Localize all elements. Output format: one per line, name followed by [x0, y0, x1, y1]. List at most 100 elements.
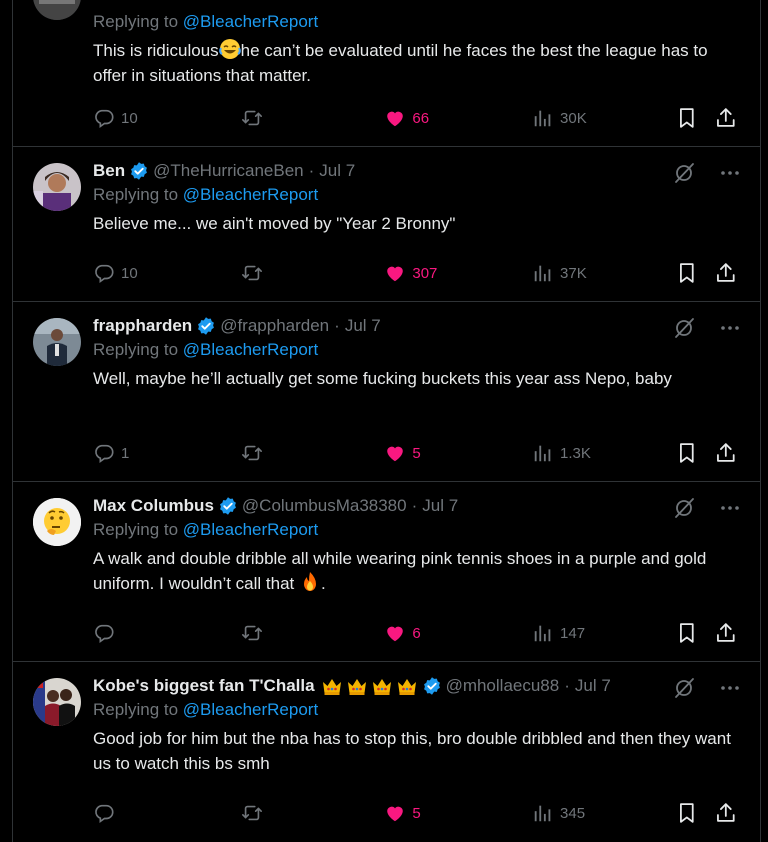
post-actions: 5 345: [93, 801, 738, 825]
replying-to-link[interactable]: @BleacherReport: [183, 185, 318, 204]
views-icon: [532, 622, 554, 644]
verified-badge-icon: [196, 316, 216, 336]
views-icon: [532, 262, 554, 284]
post-date[interactable]: Jul 7: [319, 161, 355, 181]
more-options-icon[interactable]: [718, 316, 742, 340]
reply-post[interactable]: frappharden @frappharden · Jul 7 Replyin…: [13, 302, 760, 482]
replying-to: Replying to @BleacherReport: [93, 518, 742, 542]
display-name[interactable]: Kobe's biggest fan T'Challa: [93, 676, 315, 696]
bookmark-icon[interactable]: [675, 106, 699, 130]
views-button[interactable]: 30K: [532, 107, 675, 129]
more-options-icon[interactable]: [718, 676, 742, 700]
more-options-icon[interactable]: [718, 161, 742, 185]
replying-to: Replying to @BleacherReport: [93, 338, 742, 362]
views-button[interactable]: 147: [532, 622, 675, 644]
separator-dot: ·: [564, 676, 570, 695]
post-header: Ben @TheHurricaneBen · Jul 7: [93, 159, 742, 183]
replying-to-link[interactable]: @BleacherReport: [183, 12, 318, 31]
crown-icon: [371, 676, 393, 696]
replying-to: Replying to @BleacherReport: [93, 10, 742, 34]
display-name[interactable]: frappharden: [93, 316, 192, 336]
share-icon[interactable]: [714, 801, 738, 825]
view-count: 30K: [560, 109, 587, 127]
post-date[interactable]: Jul 7: [422, 496, 458, 516]
handle[interactable]: @ColumbusMa38380: [242, 496, 407, 516]
replying-to-label: Replying to: [93, 700, 179, 719]
post-date[interactable]: Jul 7: [345, 316, 381, 336]
crown-icon: [396, 676, 418, 696]
views-button[interactable]: 345: [532, 802, 675, 824]
bookmark-icon[interactable]: [675, 801, 699, 825]
handle[interactable]: @frappharden: [220, 316, 329, 336]
reply-button[interactable]: [93, 802, 241, 824]
replying-to-link[interactable]: @BleacherReport: [183, 700, 318, 719]
like-button[interactable]: 5: [384, 802, 532, 824]
share-icon[interactable]: [714, 621, 738, 645]
crown-icon: [346, 676, 368, 696]
replying-to-label: Replying to: [93, 340, 179, 359]
heart-icon: [384, 802, 406, 824]
avatar[interactable]: [33, 498, 81, 546]
reply-count: 10: [121, 109, 138, 127]
grok-icon[interactable]: [672, 161, 696, 185]
heart-icon: [384, 442, 406, 464]
view-count: 345: [560, 804, 586, 822]
avatar[interactable]: [33, 163, 81, 211]
repost-button[interactable]: [241, 622, 385, 644]
reply-count: 10: [121, 264, 138, 282]
reply-post[interactable]: Ben @TheHurricaneBen · Jul 7 Replying to…: [13, 147, 760, 302]
replying-to: Replying to @BleacherReport: [93, 698, 742, 722]
display-name[interactable]: Max Columbus: [93, 496, 214, 516]
post-text: Well, maybe he’ll actually get some fuck…: [93, 369, 672, 388]
heart-icon: [384, 107, 406, 129]
share-icon[interactable]: [714, 261, 738, 285]
post-date[interactable]: Jul 7: [575, 676, 611, 696]
views-button[interactable]: 1.3K: [532, 442, 675, 464]
reply-post[interactable]: Max Columbus @ColumbusMa38380 · Jul 7 Re…: [13, 482, 760, 662]
like-button[interactable]: 66: [384, 107, 532, 129]
share-icon[interactable]: [714, 106, 738, 130]
reply-icon: [93, 262, 115, 284]
bookmark-icon[interactable]: [675, 441, 699, 465]
post-text: A walk and double dribble all while wear…: [93, 546, 742, 596]
fire-emoji-icon: [304, 572, 316, 591]
post-header: Kobe's biggest fan T'Challa @mhollaecu88…: [93, 674, 742, 698]
handle[interactable]: @mhollaecu88: [446, 676, 560, 696]
avatar[interactable]: [33, 678, 81, 726]
reply-button[interactable]: 1: [93, 442, 241, 464]
grok-icon[interactable]: [672, 496, 696, 520]
grok-icon[interactable]: [672, 676, 696, 700]
post-header: frappharden @frappharden · Jul 7: [93, 314, 742, 338]
post-actions: 10 307 37K: [93, 261, 738, 285]
like-count: 5: [412, 804, 421, 822]
repost-button[interactable]: [241, 262, 385, 284]
repost-button[interactable]: [241, 802, 385, 824]
repost-button[interactable]: [241, 107, 385, 129]
display-name[interactable]: Ben: [93, 161, 125, 181]
replying-to-link[interactable]: @BleacherReport: [183, 520, 318, 539]
reply-button[interactable]: 10: [93, 107, 241, 129]
share-icon[interactable]: [714, 441, 738, 465]
replying-to-link[interactable]: @BleacherReport: [183, 340, 318, 359]
replying-to: Replying to @BleacherReport: [93, 183, 742, 207]
handle[interactable]: @TheHurricaneBen: [153, 161, 304, 181]
heart-icon: [384, 622, 406, 644]
avatar[interactable]: [33, 0, 81, 20]
reply-button[interactable]: [93, 622, 241, 644]
reply-count: 1: [121, 444, 130, 462]
bookmark-icon[interactable]: [675, 261, 699, 285]
like-button[interactable]: 307: [384, 262, 532, 284]
more-options-icon[interactable]: [718, 496, 742, 520]
reply-post[interactable]: Replying to @BleacherReport This is ridi…: [13, 0, 760, 147]
like-button[interactable]: 6: [384, 622, 532, 644]
view-count: 37K: [560, 264, 587, 282]
reply-post[interactable]: Kobe's biggest fan T'Challa @mhollaecu88…: [13, 662, 760, 842]
repost-button[interactable]: [241, 442, 385, 464]
views-button[interactable]: 37K: [532, 262, 675, 284]
like-button[interactable]: 5: [384, 442, 532, 464]
crown-icon: [321, 676, 343, 696]
reply-button[interactable]: 10: [93, 262, 241, 284]
avatar[interactable]: [33, 318, 81, 366]
grok-icon[interactable]: [672, 316, 696, 340]
bookmark-icon[interactable]: [675, 621, 699, 645]
